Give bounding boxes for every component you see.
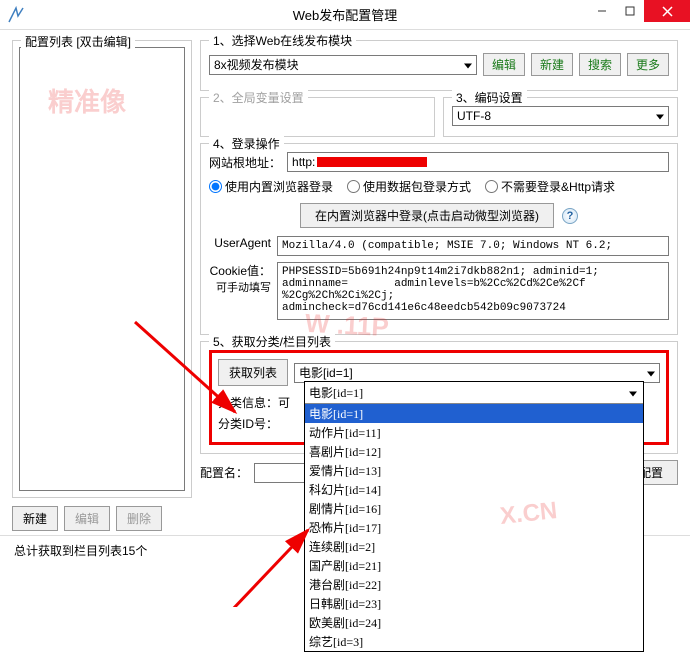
dropdown-item[interactable]: 港台剧[id=22] <box>305 575 643 594</box>
section5-label: 5、获取分类/栏目列表 <box>209 333 335 350</box>
status-text: 总计获取到栏目列表15个 <box>14 544 147 558</box>
redacted-url <box>317 157 427 167</box>
maximize-button[interactable] <box>616 0 644 22</box>
radio-packet-login[interactable]: 使用数据包登录方式 <box>347 178 471 195</box>
section-module: 1、选择Web在线发布模块 8x视频发布模块 编辑 新建 搜索 更多 <box>200 40 678 91</box>
dropdown-item[interactable]: 日韩剧[id=23] <box>305 594 643 613</box>
minimize-button[interactable] <box>588 0 616 22</box>
section2-label: 2、全局变量设置 <box>209 89 308 106</box>
close-button[interactable] <box>644 0 690 22</box>
highlighted-area: 获取列表 电影[id=1] 电影[id=1] 电影[id=1]动作片[id=11… <box>209 350 669 445</box>
titlebar: Web发布配置管理 <box>0 0 690 30</box>
module-select[interactable]: 8x视频发布模块 <box>209 55 477 75</box>
module-more-button[interactable]: 更多 <box>627 53 669 76</box>
help-icon[interactable]: ? <box>562 208 578 224</box>
edit-config-button[interactable]: 编辑 <box>64 506 110 531</box>
dropdown-item[interactable]: 电影[id=1] <box>305 404 643 423</box>
section4-label: 4、登录操作 <box>209 135 284 152</box>
section3-label: 3、编码设置 <box>452 89 527 106</box>
root-url-input[interactable]: http: <box>287 152 669 172</box>
config-listbox[interactable] <box>19 47 185 491</box>
config-list-panel: 配置列表 [双击编辑] <box>12 40 192 498</box>
dropdown-item[interactable]: 恐怖片[id=17] <box>305 518 643 537</box>
module-new-button[interactable]: 新建 <box>531 53 573 76</box>
module-edit-button[interactable]: 编辑 <box>483 53 525 76</box>
section-encoding: 3、编码设置 UTF-8 <box>443 97 678 137</box>
delete-config-button[interactable]: 删除 <box>116 506 162 531</box>
radio-browser-login[interactable]: 使用内置浏览器登录 <box>209 178 333 195</box>
section-categories: 5、获取分类/栏目列表 获取列表 电影[id=1] 电影[id=1] 电影[id… <box>200 341 678 454</box>
section1-label: 1、选择Web在线发布模块 <box>209 32 356 49</box>
get-list-button[interactable]: 获取列表 <box>218 359 288 386</box>
cookie-textarea[interactable] <box>277 262 669 320</box>
dropdown-item[interactable]: 喜剧片[id=12] <box>305 442 643 461</box>
encoding-select[interactable]: UTF-8 <box>452 106 669 126</box>
launch-browser-button[interactable]: 在内置浏览器中登录(点击启动微型浏览器) <box>300 203 554 228</box>
dropdown-item[interactable]: 综艺[id=3] <box>305 632 643 651</box>
category-select[interactable]: 电影[id=1] <box>294 363 660 383</box>
category-info-label: 分类信息：可 <box>218 394 290 411</box>
category-id-label: 分类ID号： <box>218 415 278 432</box>
dropdown-selected[interactable]: 电影[id=1] <box>305 382 643 404</box>
root-url-label: 网站根地址： <box>209 154 281 171</box>
useragent-label: UserAgent <box>209 236 271 250</box>
section-globals: 2、全局变量设置 <box>200 97 435 137</box>
window-title: Web发布配置管理 <box>293 5 398 24</box>
section-login: 4、登录操作 网站根地址： http: 使用内置浏览器登录 使用数据包登录方式 … <box>200 143 678 335</box>
config-list-label: 配置列表 [双击编辑] <box>21 33 135 50</box>
app-icon <box>6 5 26 25</box>
dropdown-item[interactable]: 剧情片[id=16] <box>305 499 643 518</box>
dropdown-item[interactable]: 欧美剧[id=24] <box>305 613 643 632</box>
radio-no-login[interactable]: 不需要登录&Http请求 <box>485 178 615 195</box>
dropdown-item[interactable]: 动作片[id=11] <box>305 423 643 442</box>
new-config-button[interactable]: 新建 <box>12 506 58 531</box>
dropdown-item[interactable]: 科幻片[id=14] <box>305 480 643 499</box>
dropdown-item[interactable]: 爱情片[id=13] <box>305 461 643 480</box>
module-search-button[interactable]: 搜索 <box>579 53 621 76</box>
dropdown-item[interactable]: 连续剧[id=2] <box>305 537 643 556</box>
cookie-label: Cookie值： 可手动填写 <box>209 262 271 295</box>
useragent-input[interactable] <box>277 236 669 256</box>
config-name-label: 配置名： <box>200 464 248 481</box>
category-dropdown-open[interactable]: 电影[id=1] 电影[id=1]动作片[id=11]喜剧片[id=12]爱情片… <box>304 381 644 652</box>
dropdown-item[interactable]: 国产剧[id=21] <box>305 556 643 575</box>
